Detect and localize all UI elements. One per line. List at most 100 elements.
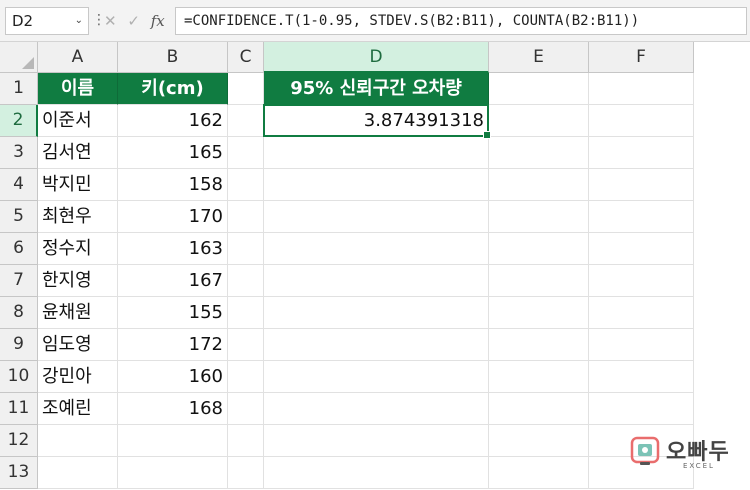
cell-f7[interactable] [589,265,694,297]
cell-b1[interactable]: 키(cm) [118,73,228,105]
cell-c4[interactable] [228,169,264,201]
cell-b2[interactable]: 162 [118,105,228,137]
cell-c9[interactable] [228,329,264,361]
cell-e9[interactable] [489,329,589,361]
row-header-4[interactable]: 4 [0,169,38,201]
cell-a7[interactable]: 한지영 [38,265,118,297]
cell-b3[interactable]: 165 [118,137,228,169]
enter-icon[interactable]: ✓ [127,7,140,35]
row-header-2[interactable]: 2 [0,105,38,137]
column-header-a[interactable]: A [38,42,118,73]
cell-d6[interactable] [264,233,489,265]
cell-c5[interactable] [228,201,264,233]
cell-c12[interactable] [228,425,264,457]
cell-d2[interactable]: 3.874391318 [264,105,489,137]
row-header-1[interactable]: 1 [0,73,38,105]
cell-b5[interactable]: 170 [118,201,228,233]
cell-d8[interactable] [264,297,489,329]
cell-f6[interactable] [589,233,694,265]
cell-b4[interactable]: 158 [118,169,228,201]
cell-d7[interactable] [264,265,489,297]
name-box[interactable]: D2 ⌄ [5,7,89,35]
cell-a12[interactable] [38,425,118,457]
cell-c10[interactable] [228,361,264,393]
cell-d11[interactable] [264,393,489,425]
cell-f2[interactable] [589,105,694,137]
cell-e12[interactable] [489,425,589,457]
cell-d3[interactable] [264,137,489,169]
row-header-3[interactable]: 3 [0,137,38,169]
cell-c1[interactable] [228,73,264,105]
cell-d9[interactable] [264,329,489,361]
cell-a6[interactable]: 정수지 [38,233,118,265]
column-header-d[interactable]: D [264,42,489,73]
cell-a1[interactable]: 이름 [38,73,118,105]
cell-c3[interactable] [228,137,264,169]
cell-a13[interactable] [38,457,118,489]
select-all-corner[interactable] [0,42,38,73]
formula-input[interactable]: =CONFIDENCE.T(1-0.95, STDEV.S(B2:B11), C… [175,7,747,35]
cell-e1[interactable] [489,73,589,105]
column-header-f[interactable]: F [589,42,694,73]
cell-d13[interactable] [264,457,489,489]
cell-a3[interactable]: 김서연 [38,137,118,169]
cell-d12[interactable] [264,425,489,457]
cell-f8[interactable] [589,297,694,329]
cell-f9[interactable] [589,329,694,361]
insert-function-icon[interactable]: fx [151,7,165,35]
cell-b13[interactable] [118,457,228,489]
cell-e11[interactable] [489,393,589,425]
cell-f1[interactable] [589,73,694,105]
cell-c13[interactable] [228,457,264,489]
cell-b10[interactable]: 160 [118,361,228,393]
column-header-e[interactable]: E [489,42,589,73]
cell-d5[interactable] [264,201,489,233]
row-header-5[interactable]: 5 [0,201,38,233]
chevron-down-icon[interactable]: ⌄ [75,8,83,34]
row-header-12[interactable]: 12 [0,425,38,457]
cell-a8[interactable]: 윤채원 [38,297,118,329]
cell-d4[interactable] [264,169,489,201]
cell-a5[interactable]: 최현우 [38,201,118,233]
row-header-10[interactable]: 10 [0,361,38,393]
cell-f10[interactable] [589,361,694,393]
cell-a4[interactable]: 박지민 [38,169,118,201]
cell-e7[interactable] [489,265,589,297]
cell-f5[interactable] [589,201,694,233]
cell-e6[interactable] [489,233,589,265]
cell-e3[interactable] [489,137,589,169]
cell-a11[interactable]: 조예린 [38,393,118,425]
cell-e10[interactable] [489,361,589,393]
row-header-6[interactable]: 6 [0,233,38,265]
cell-d10[interactable] [264,361,489,393]
cell-f4[interactable] [589,169,694,201]
cell-c11[interactable] [228,393,264,425]
column-header-b[interactable]: B [118,42,228,73]
row-header-7[interactable]: 7 [0,265,38,297]
cell-a9[interactable]: 임도영 [38,329,118,361]
row-header-8[interactable]: 8 [0,297,38,329]
cell-e2[interactable] [489,105,589,137]
cell-e5[interactable] [489,201,589,233]
row-header-11[interactable]: 11 [0,393,38,425]
cell-a10[interactable]: 강민아 [38,361,118,393]
cell-a2[interactable]: 이준서 [38,105,118,137]
cell-c6[interactable] [228,233,264,265]
cell-b8[interactable]: 155 [118,297,228,329]
cell-b9[interactable]: 172 [118,329,228,361]
column-header-c[interactable]: C [228,42,264,73]
cell-b7[interactable]: 167 [118,265,228,297]
cell-b12[interactable] [118,425,228,457]
row-header-9[interactable]: 9 [0,329,38,361]
cell-c2[interactable] [228,105,264,137]
cell-f11[interactable] [589,393,694,425]
row-header-13[interactable]: 13 [0,457,38,489]
cell-c7[interactable] [228,265,264,297]
cell-e8[interactable] [489,297,589,329]
cell-e13[interactable] [489,457,589,489]
cell-e4[interactable] [489,169,589,201]
cell-d1[interactable]: 95% 신뢰구간 오차량 [264,73,489,105]
cell-b11[interactable]: 168 [118,393,228,425]
cell-b6[interactable]: 163 [118,233,228,265]
cancel-icon[interactable]: ✕ [104,7,117,35]
